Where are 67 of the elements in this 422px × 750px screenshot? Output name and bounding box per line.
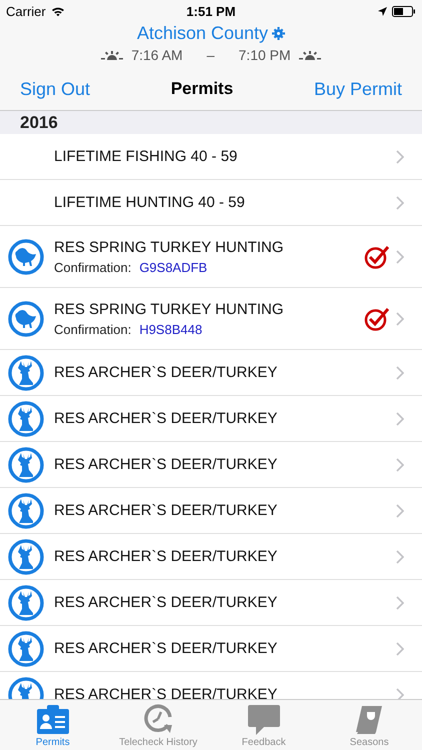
history-icon bbox=[142, 703, 174, 735]
deer-icon bbox=[8, 630, 44, 666]
sign-out-button[interactable]: Sign Out bbox=[20, 78, 90, 100]
chevron-icon bbox=[396, 250, 404, 264]
permit-title: RES SPRING TURKEY HUNTING bbox=[54, 238, 284, 256]
permit-title: RES ARCHER`S DEER/TURKEY bbox=[54, 548, 278, 565]
section-header: 2016 bbox=[0, 111, 422, 134]
chevron-icon bbox=[396, 412, 404, 426]
sunrise-time: 7:16 AM bbox=[131, 47, 183, 63]
county-link[interactable]: Atchison County bbox=[136, 23, 268, 44]
chevron-icon bbox=[396, 596, 404, 610]
speech-bubble-icon bbox=[248, 705, 280, 735]
permit-row[interactable]: RES ARCHER`S DEER/TURKEY bbox=[0, 442, 422, 488]
chevron-icon bbox=[396, 196, 404, 210]
permit-title: RES ARCHER`S DEER/TURKEY bbox=[54, 364, 278, 381]
nav-title: Permits bbox=[170, 79, 234, 99]
confirmation-code: H9S8B448 bbox=[139, 322, 202, 336]
confirmation-label: Confirmation: bbox=[54, 260, 132, 274]
deer-icon bbox=[8, 354, 44, 390]
permit-title: LIFETIME FISHING 40 - 59 bbox=[54, 148, 238, 165]
permit-row[interactable]: RES ARCHER`S DEER/TURKEY bbox=[0, 488, 422, 534]
time-separator: – bbox=[206, 47, 215, 63]
sunrise-icon bbox=[101, 49, 124, 61]
deer-icon bbox=[8, 492, 44, 528]
chevron-icon bbox=[396, 366, 404, 380]
deer-icon bbox=[8, 446, 44, 482]
chevron-icon bbox=[396, 504, 404, 518]
permit-row[interactable]: LIFETIME HUNTING 40 - 59 bbox=[0, 180, 422, 226]
clock-time: 1:51 PM bbox=[186, 4, 236, 18]
buy-permit-button[interactable]: Buy Permit bbox=[314, 78, 402, 100]
deer-icon bbox=[8, 400, 44, 436]
chevron-icon bbox=[396, 150, 404, 164]
permit-row[interactable]: RES ARCHER`S DEER/TURKEY bbox=[0, 534, 422, 580]
permit-row[interactable]: RES ARCHER`S DEER/TURKEY bbox=[0, 350, 422, 396]
permit-row[interactable]: RES ARCHER`S DEER/TURKEY bbox=[0, 580, 422, 626]
confirmation-code: G9S8ADFB bbox=[139, 260, 208, 274]
id-card-icon bbox=[36, 705, 70, 735]
permit-row[interactable]: RES SPRING TURKEY HUNTING Confirmation: H9S8B448 bbox=[0, 288, 422, 350]
deer-icon bbox=[8, 584, 44, 620]
carrier-label: Carrier bbox=[6, 4, 46, 18]
tab-item[interactable]: Permits bbox=[0, 700, 106, 750]
sunset-icon bbox=[298, 49, 321, 61]
permit-title: LIFETIME HUNTING 40 - 59 bbox=[54, 194, 246, 211]
permit-row[interactable]: RES ARCHER`S DEER/TURKEY bbox=[0, 626, 422, 672]
permit-row[interactable]: LIFETIME FISHING 40 - 59 bbox=[0, 134, 422, 180]
deer-icon bbox=[8, 538, 44, 574]
battery-icon bbox=[392, 6, 416, 16]
chevron-icon bbox=[396, 642, 404, 656]
permit-title: RES ARCHER`S DEER/TURKEY bbox=[54, 456, 278, 473]
sunset-time: 7:10 PM bbox=[238, 47, 291, 63]
permit-row[interactable]: RES SPRING TURKEY HUNTING Confirmation: G9S8ADFB bbox=[0, 226, 422, 288]
permit-title: RES ARCHER`S DEER/TURKEY bbox=[54, 502, 278, 519]
permit-row[interactable]: RES ARCHER`S DEER/TURKEY bbox=[0, 396, 422, 442]
chevron-icon bbox=[396, 550, 404, 564]
chevron-icon bbox=[396, 458, 404, 472]
confirmation-label: Confirmation: bbox=[54, 322, 132, 336]
permit-title: RES ARCHER`S DEER/TURKEY bbox=[54, 594, 278, 611]
chevron-icon bbox=[396, 312, 404, 326]
gear-icon[interactable] bbox=[272, 27, 286, 40]
permit-title: RES ARCHER`S DEER/TURKEY bbox=[54, 640, 278, 657]
turkey-icon bbox=[8, 238, 44, 274]
permit-title: RES ARCHER`S DEER/TURKEY bbox=[54, 686, 278, 699]
wifi-icon bbox=[50, 6, 65, 16]
location-icon bbox=[378, 6, 387, 16]
turkey-icon bbox=[8, 300, 44, 336]
permit-title: RES SPRING TURKEY HUNTING bbox=[54, 300, 284, 318]
permit-title: RES ARCHER`S DEER/TURKEY bbox=[54, 410, 278, 427]
